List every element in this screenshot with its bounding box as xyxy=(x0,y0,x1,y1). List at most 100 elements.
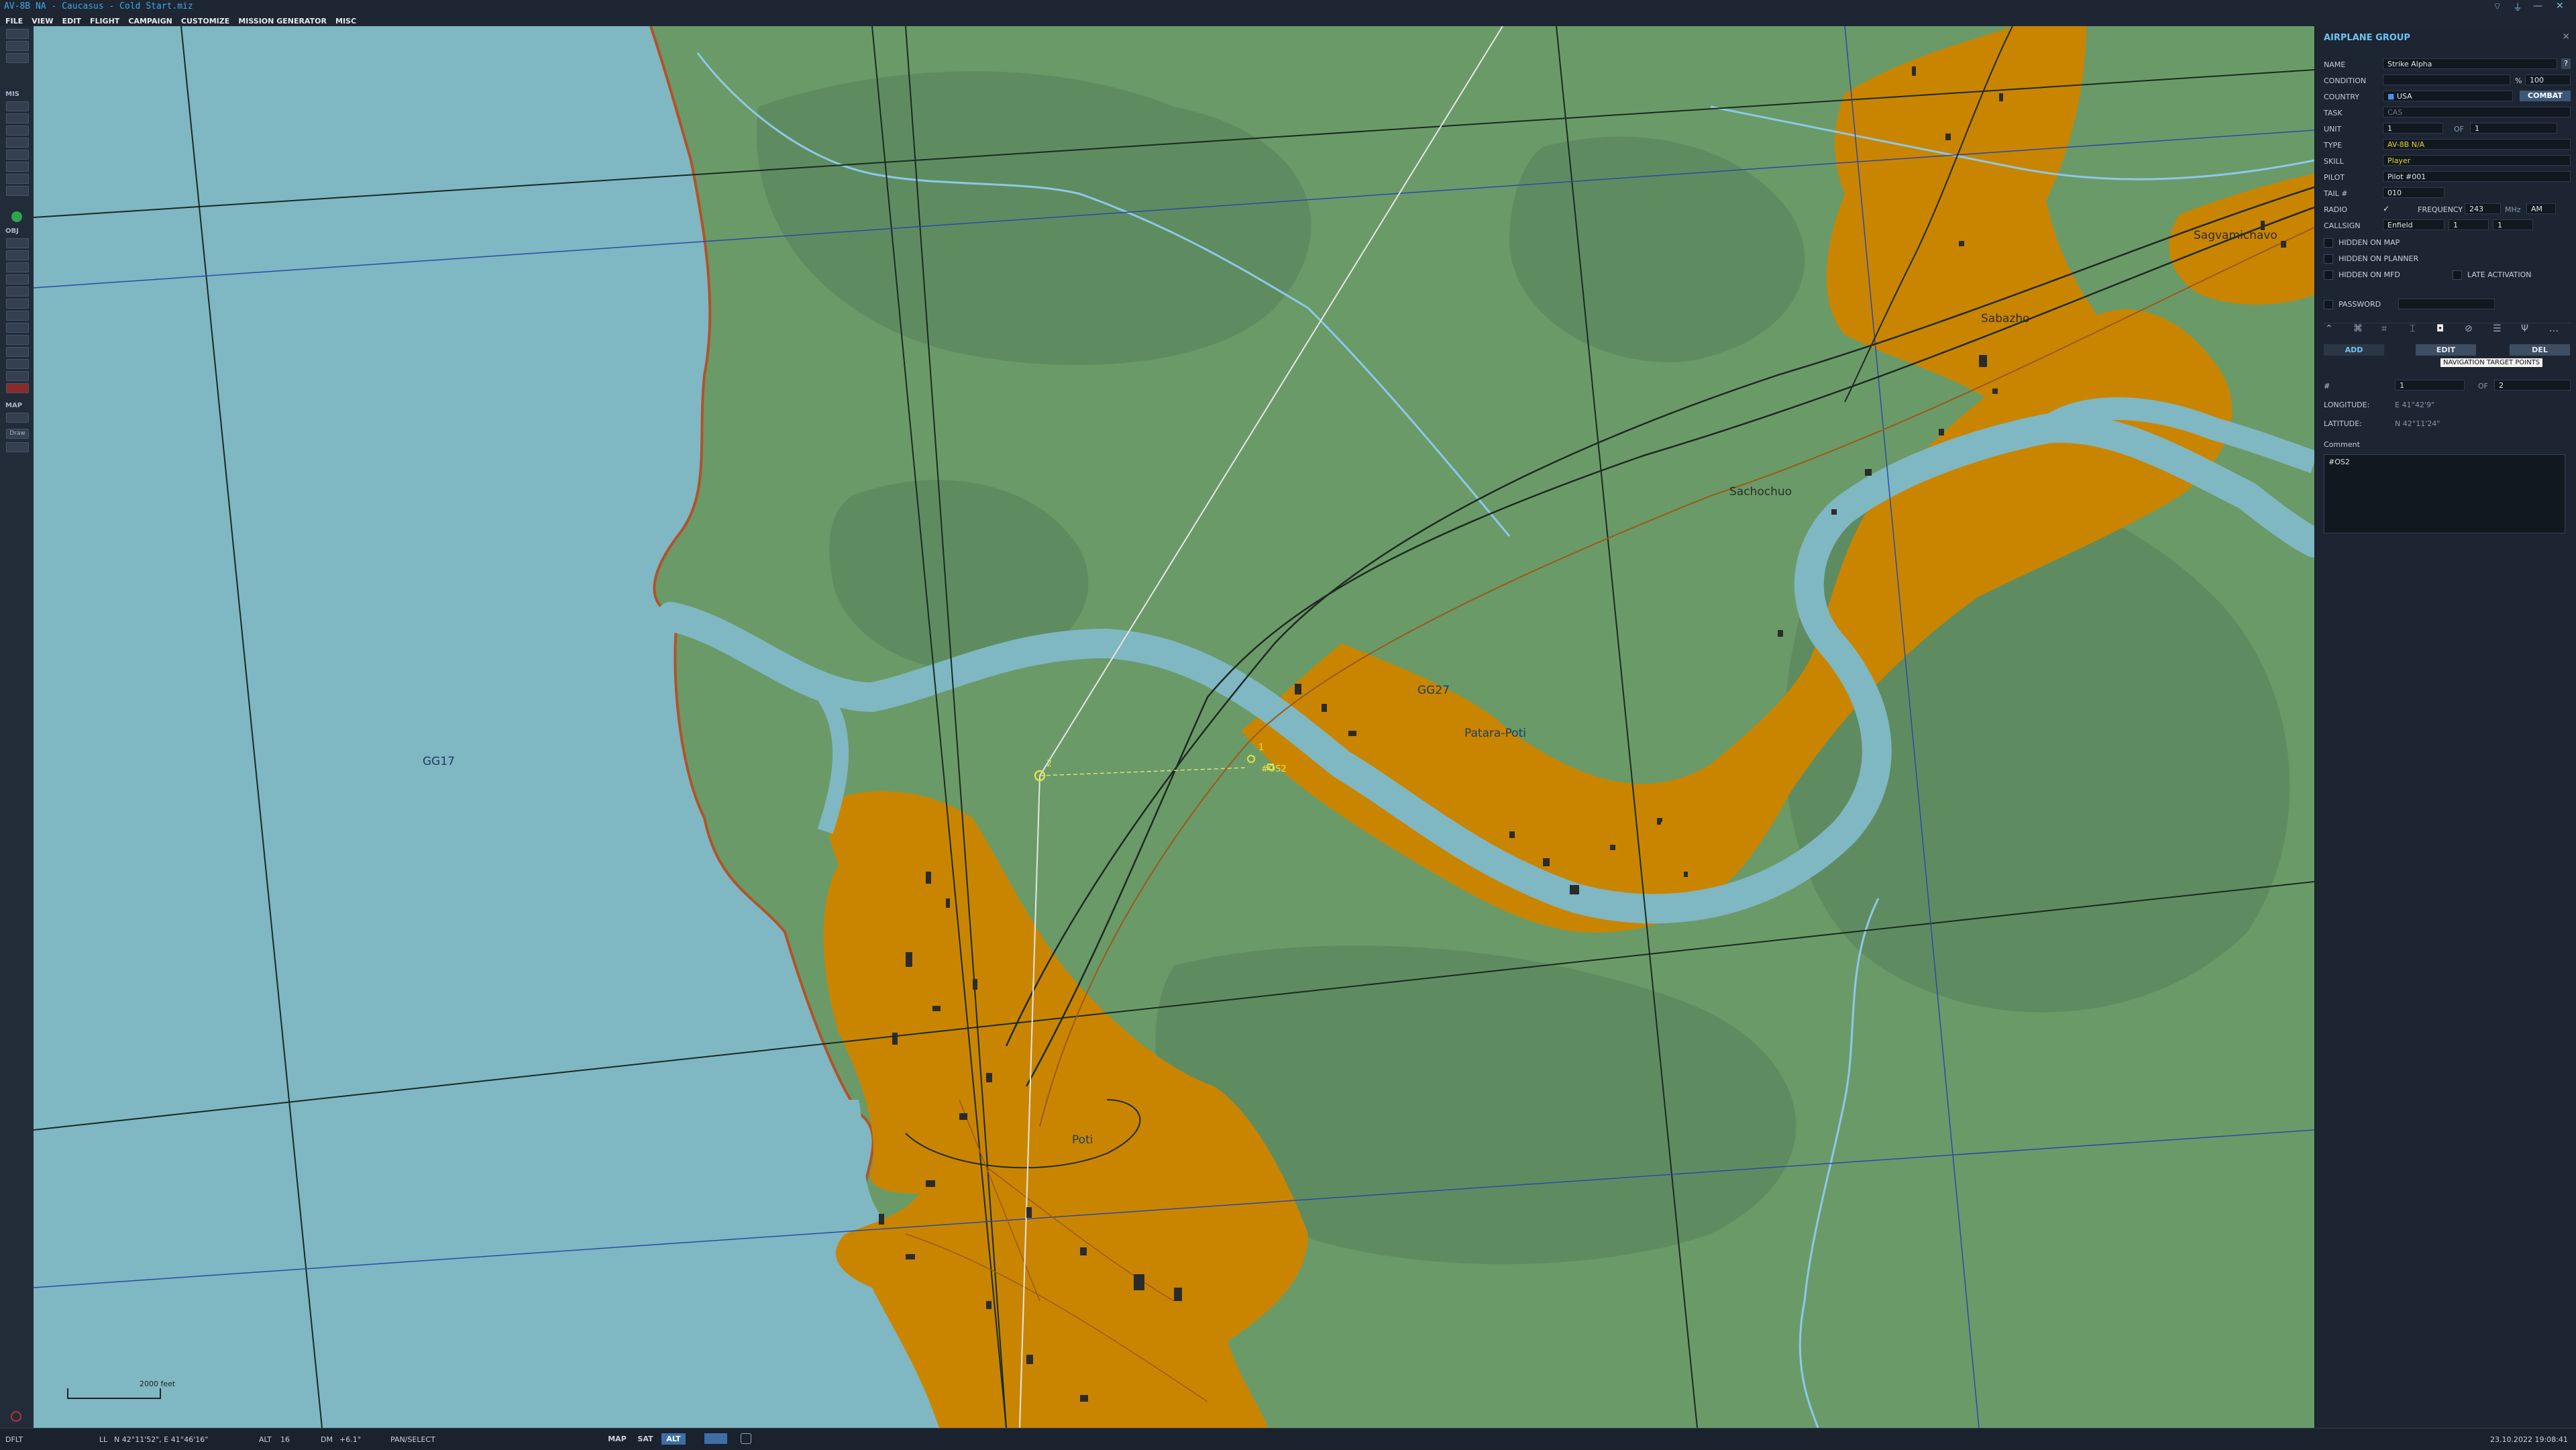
password-checkbox[interactable] xyxy=(2324,300,2333,309)
tail-row: TAIL # 010 xyxy=(2324,187,2571,200)
target-of-label: OF xyxy=(2478,382,2488,391)
alt-mode-button[interactable]: ALT xyxy=(661,1433,686,1445)
layers-icon[interactable] xyxy=(6,442,29,452)
airplane-icon[interactable] xyxy=(6,238,29,248)
more-tab-icon[interactable]: … xyxy=(2549,323,2559,334)
zone-icon[interactable] xyxy=(6,323,29,333)
profile-select[interactable]: DFLT xyxy=(5,1435,23,1444)
name-input[interactable]: Strike Alpha xyxy=(2383,58,2557,69)
template-icon[interactable] xyxy=(6,335,29,345)
route-tab-icon[interactable]: ⌃ xyxy=(2325,323,2333,334)
hidden-on-mfd-checkbox[interactable] xyxy=(2324,270,2333,280)
menu-view[interactable]: VIEW xyxy=(32,17,53,25)
menu-mission-generator[interactable]: MISSION GENERATOR xyxy=(238,17,327,25)
left-toolbar: MIS OBJ MAP Draw xyxy=(0,26,34,1428)
mission-goals-icon[interactable] xyxy=(6,101,29,111)
latitude-value: N 42°11'24" xyxy=(2395,419,2440,428)
tail-input[interactable]: 010 xyxy=(2383,187,2445,198)
weather-icon[interactable] xyxy=(6,113,29,123)
skill-select[interactable]: Player xyxy=(2383,155,2571,166)
close-window-button[interactable]: ✕ xyxy=(2556,1,2564,11)
frequency-input[interactable]: 243 xyxy=(2465,203,2501,214)
hidden-on-map-checkbox[interactable] xyxy=(2324,238,2333,248)
town-label-sachochuo: Sachochuo xyxy=(1729,485,1792,499)
password-input[interactable] xyxy=(2398,299,2495,309)
panel-close-icon[interactable]: ✕ xyxy=(2562,32,2570,42)
layers-toggle-icon[interactable] xyxy=(704,1433,727,1444)
condition-input[interactable]: 100 xyxy=(2525,74,2571,85)
scale-label: 2000 feet xyxy=(140,1380,176,1388)
modulation-select[interactable]: AM xyxy=(2526,203,2556,214)
payload-tab-icon[interactable]: ⌗ xyxy=(2381,323,2387,334)
task-select[interactable]: CAS xyxy=(2383,107,2571,117)
unit-spinner[interactable]: 1 xyxy=(2383,123,2443,134)
new-mission-icon[interactable] xyxy=(6,29,29,39)
helicopter-icon[interactable] xyxy=(6,250,29,260)
pilot-input[interactable]: Pilot #001 xyxy=(2383,171,2571,182)
triggers-icon[interactable] xyxy=(6,125,29,136)
toolbar-section-mis: MIS xyxy=(5,91,19,98)
options-icon[interactable] xyxy=(6,162,29,172)
ruler-icon[interactable] xyxy=(6,413,29,423)
group-icon[interactable] xyxy=(6,371,29,381)
save-mission-icon[interactable] xyxy=(6,53,29,63)
combat-button[interactable]: COMBAT xyxy=(2520,91,2571,101)
static-object-icon[interactable] xyxy=(6,287,29,297)
callsign-select[interactable]: Enfield xyxy=(2383,219,2445,230)
radio-presets-tab-icon[interactable]: Ψ xyxy=(2521,323,2528,334)
target-index-spinner[interactable]: 1 xyxy=(2395,380,2465,391)
menu-file[interactable]: FILE xyxy=(5,17,23,25)
fly-icon[interactable] xyxy=(6,186,29,196)
coalition-icon[interactable] xyxy=(11,211,22,222)
hidden-on-planner-label: HIDDEN ON PLANNER xyxy=(2339,254,2419,263)
mission-map[interactable]: GG17 GG27 Patara-Poti Sachochuo Sabazho … xyxy=(34,26,2314,1428)
minimize-button[interactable]: — xyxy=(2533,1,2542,11)
fob-icon[interactable] xyxy=(6,359,29,369)
type-select[interactable]: AV-8B N/A xyxy=(2383,139,2571,150)
menu-flight[interactable]: FLIGHT xyxy=(90,17,119,25)
late-activation-checkbox[interactable] xyxy=(2453,270,2462,280)
resources-icon[interactable] xyxy=(6,150,29,160)
warehouse-icon[interactable] xyxy=(6,311,29,321)
datetime: 23.10.2022 19:08:41 xyxy=(2490,1435,2568,1444)
nav-target-points-tab-icon[interactable]: ◘ xyxy=(2436,323,2444,334)
menu-campaign[interactable]: CAMPAIGN xyxy=(128,17,172,25)
edit-button[interactable]: EDIT xyxy=(2416,344,2476,356)
waypoint-1-label: 1 xyxy=(1258,743,1265,753)
callsign-flight-input[interactable]: 1 xyxy=(2493,219,2533,230)
map-mode-button[interactable]: MAP xyxy=(605,1433,629,1445)
alt-value: 16 xyxy=(280,1435,290,1444)
record-icon[interactable] xyxy=(11,1411,21,1422)
draw-button[interactable]: Draw xyxy=(6,429,29,439)
unit-count-spinner[interactable]: 1 xyxy=(2470,123,2557,134)
hidden-on-planner-checkbox[interactable] xyxy=(2324,254,2333,264)
menu-edit[interactable]: EDIT xyxy=(62,17,81,25)
radio-checkbox[interactable]: ✓ xyxy=(2383,204,2390,213)
ship-icon[interactable] xyxy=(6,262,29,272)
type-row: TYPE AV-8B N/A xyxy=(2324,138,2571,152)
fuel-tab-icon[interactable]: ⌶ xyxy=(2410,323,2415,334)
datalink-tab-icon[interactable]: ☰ xyxy=(2493,323,2502,334)
sat-mode-button[interactable]: SAT xyxy=(633,1433,657,1445)
menu-customize[interactable]: CUSTOMIZE xyxy=(181,17,229,25)
help-button[interactable]: ? xyxy=(2561,58,2571,69)
del-button[interactable]: DEL xyxy=(2510,344,2570,356)
briefing-icon[interactable] xyxy=(6,138,29,148)
target-count-input[interactable]: 2 xyxy=(2494,380,2571,391)
settings-icon[interactable] xyxy=(741,1433,751,1444)
summary-tab-icon[interactable]: ⊘ xyxy=(2465,323,2473,334)
condition-slider[interactable] xyxy=(2383,74,2510,85)
country-select[interactable]: ■ USA xyxy=(2383,91,2513,101)
nav-point-icon[interactable] xyxy=(6,347,29,357)
comment-textarea[interactable]: #OS2 xyxy=(2324,454,2565,533)
check-icon[interactable] xyxy=(6,174,29,184)
add-button[interactable]: ADD xyxy=(2324,344,2384,356)
vehicle-icon[interactable] xyxy=(6,274,29,284)
triggered-actions-tab-icon[interactable]: ⌘ xyxy=(2353,323,2363,334)
callsign-number-input[interactable]: 1 xyxy=(2449,219,2489,230)
open-mission-icon[interactable] xyxy=(6,41,29,51)
delete-object-icon[interactable] xyxy=(6,383,29,393)
pilot-row: PILOT Pilot #001 xyxy=(2324,170,2571,184)
menu-misc[interactable]: MISC xyxy=(335,17,356,25)
train-icon[interactable] xyxy=(6,299,29,309)
